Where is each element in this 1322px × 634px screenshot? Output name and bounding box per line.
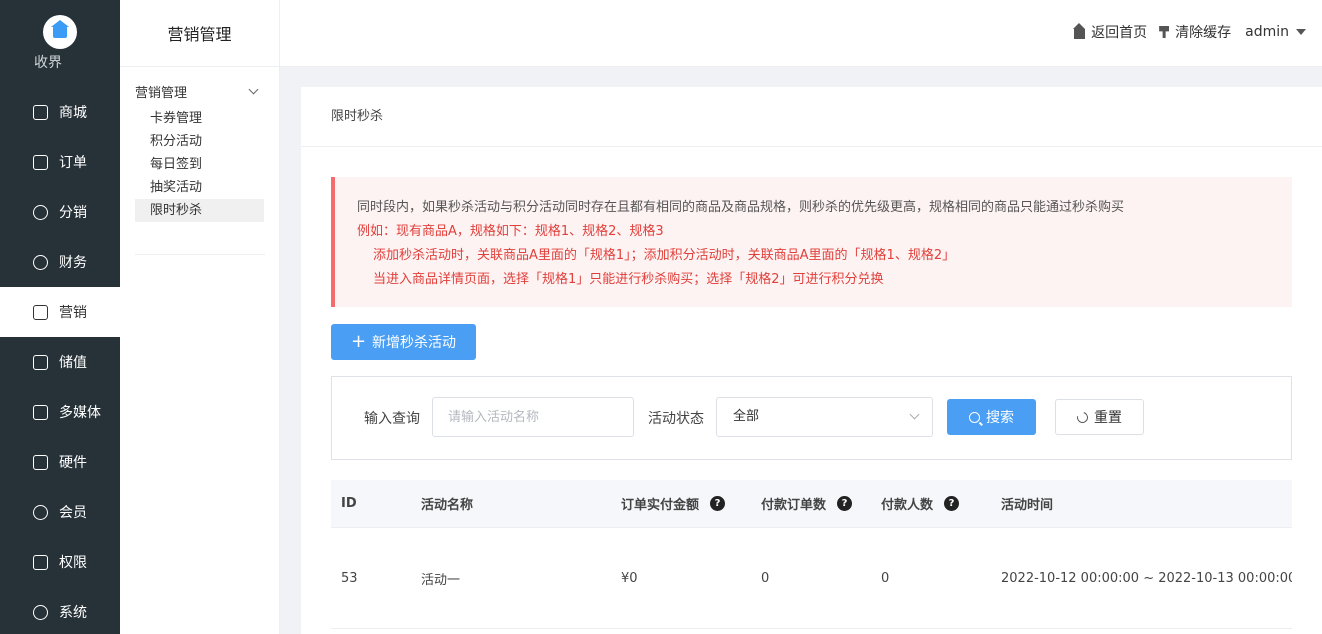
clear-cache-link[interactable]: 清除缓存 bbox=[1159, 22, 1231, 42]
sidebar-item-finance[interactable]: 财务 bbox=[0, 237, 120, 287]
alert-line: 例如：现有商品A，规格如下：规格1、规格2、规格3 bbox=[357, 224, 664, 239]
sub-item-lottery[interactable]: 抽奖活动 bbox=[135, 176, 264, 199]
reset-button[interactable]: 重置 bbox=[1055, 399, 1144, 435]
distribution-icon bbox=[33, 204, 48, 220]
top-header: 返回首页 清除缓存 admin bbox=[280, 0, 1322, 67]
user-menu[interactable]: admin bbox=[1245, 24, 1306, 40]
sub-sidebar: 营销管理 营销管理 卡券管理 积分活动 每日签到 抽奖活动 限时秒杀 bbox=[120, 0, 280, 634]
search-panel: 输入查询 活动状态 全部 搜索 重置 bbox=[331, 376, 1292, 460]
header-actions: 返回首页 清除缓存 admin bbox=[1062, 22, 1306, 42]
query-label: 输入查询 bbox=[364, 411, 420, 427]
alert-line: 当进入商品详情页面，选择「规格1」只能进行秒杀购买；选择「规格2」可进行积分兑换 bbox=[373, 272, 884, 287]
chevron-down-icon bbox=[909, 409, 920, 420]
sub-sidebar-title: 营销管理 bbox=[120, 0, 279, 67]
search-button[interactable]: 搜索 bbox=[947, 399, 1036, 435]
divider bbox=[135, 254, 265, 255]
cell-amount: ¥0 bbox=[621, 570, 638, 586]
search-icon bbox=[969, 411, 980, 423]
sidebar-item-order[interactable]: 订单 bbox=[0, 137, 120, 187]
home-link[interactable]: 返回首页 bbox=[1073, 22, 1147, 42]
sub-item-points[interactable]: 积分活动 bbox=[135, 130, 264, 153]
media-icon bbox=[33, 404, 48, 420]
hardware-icon bbox=[33, 454, 48, 470]
alert-line: 同时段内，如果秒杀活动与积分活动同时存在且都有相同的商品及商品规格，则秒杀的优先… bbox=[357, 200, 1125, 215]
main-sidebar: 收界 商城 订单 分销 财务 营销 储值 多媒体 硬件 会员 权限 系统 bbox=[0, 0, 120, 634]
cell-orders: 0 bbox=[761, 570, 770, 586]
sidebar-item-marketing[interactable]: 营销 bbox=[0, 287, 120, 337]
refresh-icon bbox=[1074, 409, 1091, 425]
sidebar-item-shop[interactable]: 商城 bbox=[0, 87, 120, 137]
finance-icon bbox=[33, 254, 48, 270]
col-amount: 订单实付金额? bbox=[621, 494, 726, 513]
permission-icon bbox=[33, 554, 48, 570]
sidebar-item-distribution[interactable]: 分销 bbox=[0, 187, 120, 237]
sidebar-item-wallet[interactable]: 储值 bbox=[0, 337, 120, 387]
col-payers: 付款人数? bbox=[881, 494, 960, 513]
plus-icon: + bbox=[350, 331, 367, 352]
status-select[interactable]: 全部 bbox=[716, 397, 933, 437]
sidebar-item-partial[interactable]: 收界 bbox=[34, 52, 62, 72]
col-id: ID bbox=[341, 496, 357, 511]
cell-payers: 0 bbox=[881, 570, 890, 586]
help-icon[interactable]: ? bbox=[944, 496, 960, 511]
cell-id: 53 bbox=[341, 570, 358, 586]
cell-time: 2022-10-12 00:00:00 ~ 2022-10-13 00:00:0… bbox=[1001, 570, 1292, 586]
status-label: 活动状态 bbox=[648, 411, 704, 427]
col-time: 活动时间 bbox=[1001, 498, 1054, 513]
sidebar-nav: 商城 订单 分销 财务 营销 储值 多媒体 硬件 会员 权限 系统 bbox=[0, 87, 120, 634]
sub-item-checkin[interactable]: 每日签到 bbox=[135, 153, 264, 176]
home-icon bbox=[1073, 23, 1086, 39]
alert-line: 添加秒杀活动时，关联商品A里面的「规格1」；添加积分活动时，关联商品A里面的「规… bbox=[373, 248, 956, 263]
settings-icon bbox=[33, 604, 48, 620]
sub-item-coupons[interactable]: 卡券管理 bbox=[135, 107, 264, 130]
page-title: 限时秒杀 bbox=[301, 87, 1322, 147]
col-orders: 付款订单数? bbox=[761, 494, 853, 513]
sub-item-flash-sale[interactable]: 限时秒杀 bbox=[135, 199, 264, 222]
marketing-icon bbox=[33, 304, 48, 320]
chevron-down-icon bbox=[248, 84, 259, 94]
sidebar-item-settings[interactable]: 系统 bbox=[0, 587, 120, 634]
add-flash-sale-button[interactable]: + 新增秒杀活动 bbox=[331, 324, 476, 360]
sidebar-item-media[interactable]: 多媒体 bbox=[0, 387, 120, 437]
caret-down-icon bbox=[1296, 29, 1306, 35]
sub-menu-list: 卡券管理 积分活动 每日签到 抽奖活动 限时秒杀 bbox=[120, 107, 279, 222]
info-alert: 同时段内，如果秒杀活动与积分活动同时存在且都有相同的商品及商品规格，则秒杀的优先… bbox=[331, 177, 1292, 307]
help-icon[interactable]: ? bbox=[710, 496, 726, 511]
col-name: 活动名称 bbox=[421, 498, 474, 513]
shop-icon bbox=[33, 104, 48, 120]
main-card: 限时秒杀 同时段内，如果秒杀活动与积分活动同时存在且都有相同的商品及商品规格，则… bbox=[301, 87, 1322, 634]
table-header: ID 活动名称 订单实付金额? 付款订单数? 付款人数? 活动时间 bbox=[331, 480, 1292, 528]
flash-sale-table: ID 活动名称 订单实付金额? 付款订单数? 付款人数? 活动时间 53 活动一… bbox=[331, 480, 1292, 629]
sidebar-item-permission[interactable]: 权限 bbox=[0, 537, 120, 587]
sidebar-item-member[interactable]: 会员 bbox=[0, 487, 120, 537]
help-icon[interactable]: ? bbox=[837, 496, 853, 511]
member-icon bbox=[33, 504, 48, 520]
order-icon bbox=[33, 154, 48, 170]
wallet-icon bbox=[33, 354, 48, 370]
brush-icon bbox=[1159, 26, 1170, 38]
sidebar-item-hardware[interactable]: 硬件 bbox=[0, 437, 120, 487]
app-logo-icon[interactable] bbox=[43, 15, 77, 49]
table-row[interactable]: 53 活动一 ¥0 0 0 2022-10-12 00:00:00 ~ 2022… bbox=[331, 528, 1292, 629]
sub-group-marketing[interactable]: 营销管理 bbox=[120, 81, 279, 101]
cell-name: 活动一 bbox=[421, 572, 461, 588]
activity-name-input[interactable] bbox=[432, 397, 634, 437]
